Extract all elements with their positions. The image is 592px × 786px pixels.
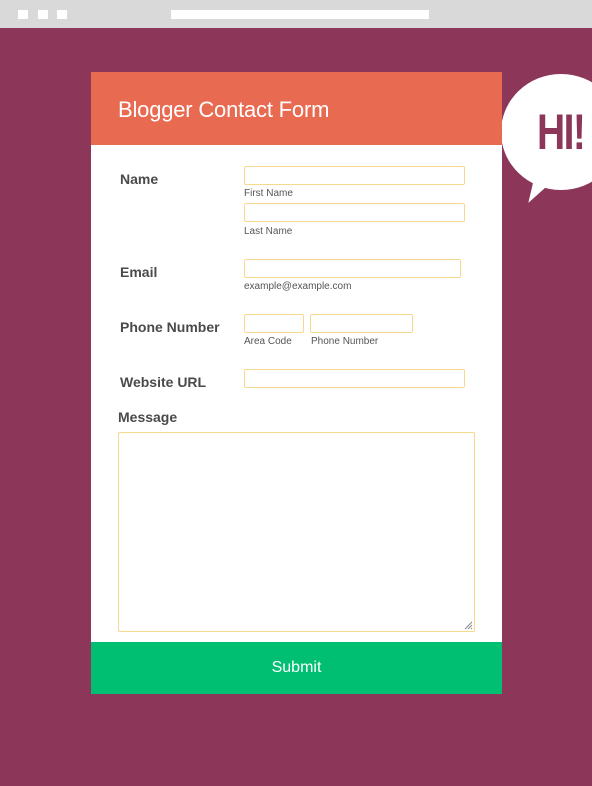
message-label: Message: [118, 409, 178, 425]
browser-chrome: [0, 0, 592, 28]
email-sublabel: example@example.com: [244, 281, 352, 292]
window-dot-icon: [18, 10, 28, 19]
email-label: Email: [120, 264, 158, 280]
phone-number-input[interactable]: [310, 314, 413, 333]
name-label: Name: [120, 171, 159, 187]
website-input[interactable]: [244, 369, 465, 388]
resize-handle-icon[interactable]: [463, 620, 473, 630]
contact-form-card: Blogger Contact Form Name First Name Las…: [91, 72, 502, 694]
area-code-input[interactable]: [244, 314, 304, 333]
window-dot-icon: [38, 10, 48, 19]
address-bar[interactable]: [171, 10, 429, 19]
speech-bubble-text: HI!: [537, 104, 586, 160]
submit-button[interactable]: Submit: [91, 642, 502, 694]
message-textarea[interactable]: [118, 432, 475, 632]
phone-number-sublabel: Phone Number: [311, 336, 379, 347]
last-name-input[interactable]: [244, 203, 465, 222]
phone-label: Phone Number: [120, 319, 220, 335]
first-name-sublabel: First Name: [244, 188, 293, 199]
last-name-sublabel: Last Name: [244, 226, 293, 237]
form-header: Blogger Contact Form: [91, 72, 502, 145]
area-code-sublabel: Area Code: [244, 336, 292, 347]
email-input[interactable]: [244, 259, 461, 278]
website-label: Website URL: [120, 374, 207, 390]
first-name-input[interactable]: [244, 166, 465, 185]
window-dot-icon: [57, 10, 67, 19]
form-title: Blogger Contact Form: [118, 97, 330, 122]
